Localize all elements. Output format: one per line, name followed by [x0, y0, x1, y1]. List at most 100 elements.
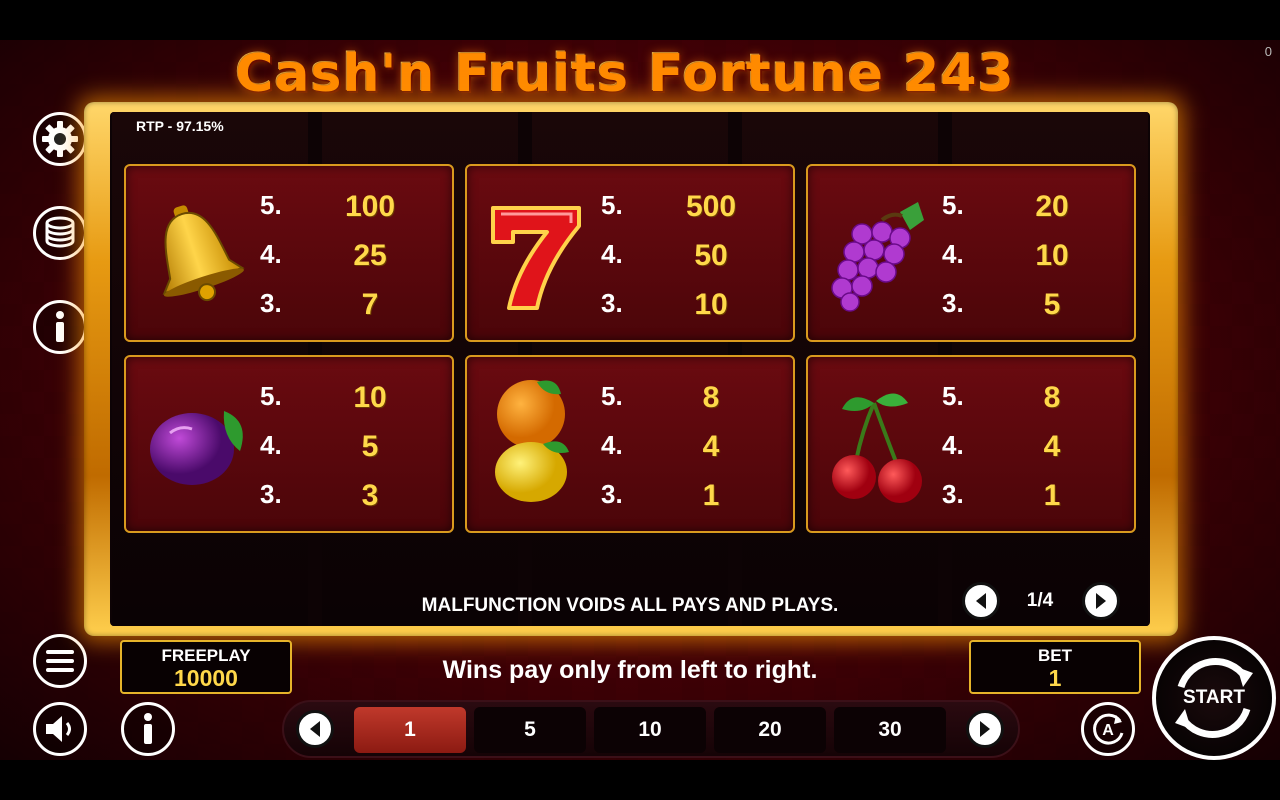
sound-button[interactable] [33, 702, 87, 756]
menu-button[interactable] [33, 634, 87, 688]
symbol-count: 3. [942, 288, 964, 318]
start-label: START [1183, 687, 1245, 708]
bottom-black-bar [0, 760, 1280, 800]
symbol-count: 4. [601, 430, 623, 460]
payout-value: 500 [685, 190, 737, 223]
payout-value: 7 [361, 288, 379, 321]
payout-row: 4. 25 [260, 239, 440, 279]
payout-value: 20 [1035, 190, 1069, 223]
payout-row: 3. 5 [942, 288, 1122, 328]
svg-text:A: A [1102, 722, 1114, 739]
balance-label: FREEPLAY [161, 646, 251, 665]
paytable-pager: 1/4 [960, 582, 1120, 622]
symbol-count: 5. [601, 190, 623, 220]
paytable-card-plum: 5. 10 4. 5 3. 3 [124, 355, 454, 533]
balance-display: FREEPLAY 10000 [120, 640, 292, 694]
payout-value: 1 [1043, 479, 1061, 512]
rtp-label: RTP - 97.15% [136, 118, 224, 134]
top-black-bar [0, 0, 1280, 40]
symbol-count: 4. [260, 430, 282, 460]
payout-row: 5. 10 [260, 381, 440, 421]
bet-option[interactable]: 5 [474, 707, 586, 753]
bet-option[interactable]: 20 [714, 707, 826, 753]
payout-value: 10 [1035, 239, 1069, 272]
payout-row: 5. 100 [260, 190, 440, 230]
bet-label: BET [1038, 646, 1072, 665]
symbol-count: 3. [260, 479, 282, 509]
bet-increase-button[interactable] [966, 710, 1004, 748]
coins-stack-icon [45, 216, 75, 248]
win-rule-text: Wins pay only from left to right. [442, 656, 818, 684]
paytable-card-grapes: 5. 20 4. 10 3. 5 [806, 164, 1136, 342]
arrow-left-icon [976, 593, 986, 609]
corner-counter: 0 [1264, 44, 1272, 59]
payout-row: 4. 4 [601, 430, 781, 470]
arrow-right-icon [980, 721, 990, 737]
help-button[interactable] [121, 702, 175, 756]
prev-page-button[interactable] [962, 582, 1000, 620]
payout-value: 25 [353, 239, 387, 272]
autoplay-button[interactable]: A [1081, 702, 1135, 756]
payout-row: 4. 5 [260, 430, 440, 470]
symbol-count: 3. [601, 288, 623, 318]
autoplay-icon: A [1093, 713, 1124, 745]
payout-value: 4 [1043, 430, 1061, 463]
payout-value: 5 [361, 430, 379, 463]
paytable-card-orange-lemon: 5. 8 4. 4 3. 1 [465, 355, 795, 533]
payout-value: 8 [1043, 381, 1061, 414]
payout-row: 5. 20 [942, 190, 1122, 230]
cherries-icon [832, 393, 922, 503]
start-spin-button[interactable]: START [1152, 636, 1276, 760]
payout-value: 4 [702, 430, 720, 463]
gear-icon [42, 121, 78, 157]
payout-row: 5. 8 [942, 381, 1122, 421]
info-button[interactable] [33, 300, 87, 354]
paytable-panel: RTP - 97.15% 5. 100 4. 25 3. 7 5. 500 4.… [110, 112, 1150, 626]
symbol-count: 5. [260, 190, 282, 220]
orange-lemon-icon [495, 380, 569, 502]
symbol-count: 3. [601, 479, 623, 509]
bell-icon [162, 205, 245, 302]
symbol-count: 4. [260, 239, 282, 269]
payout-row: 3. 1 [942, 479, 1122, 519]
game-title: Cash'n Fruits Fortune 243 [235, 44, 1015, 104]
symbol-count: 5. [601, 381, 623, 411]
balance-value: 10000 [174, 665, 238, 691]
coins-button[interactable] [33, 206, 87, 260]
next-page-button[interactable] [1082, 582, 1120, 620]
payout-value: 10 [694, 288, 728, 321]
page-indicator: 1/4 [1026, 590, 1054, 611]
bet-decrease-button[interactable] [296, 710, 334, 748]
speaker-icon [46, 716, 71, 742]
bet-option[interactable]: 30 [834, 707, 946, 753]
symbol-count: 5. [942, 190, 964, 220]
symbol-count: 4. [942, 239, 964, 269]
hamburger-menu-icon [46, 650, 74, 672]
payout-value: 10 [353, 381, 387, 414]
arrow-right-icon [1096, 593, 1106, 609]
seven-icon [491, 206, 581, 310]
bet-option[interactable]: 10 [594, 707, 706, 753]
payout-value: 8 [702, 381, 720, 414]
bet-value: 1 [1048, 665, 1062, 691]
payout-value: 1 [702, 479, 720, 512]
payout-value: 5 [1043, 288, 1061, 321]
payout-value: 100 [344, 190, 396, 223]
paytable-card-bell: 5. 100 4. 25 3. 7 [124, 164, 454, 342]
payout-row: 5. 500 [601, 190, 781, 230]
info-icon [56, 311, 64, 342]
payout-value: 3 [361, 479, 379, 512]
symbol-count: 3. [942, 479, 964, 509]
symbol-count: 3. [260, 288, 282, 318]
symbol-count: 4. [601, 239, 623, 269]
symbol-count: 4. [942, 430, 964, 460]
reel-frame: RTP - 97.15% 5. 100 4. 25 3. 7 5. 500 4.… [84, 102, 1178, 636]
grapes-icon [831, 202, 924, 312]
settings-button[interactable] [33, 112, 87, 166]
bet-option[interactable]: 1 [354, 707, 466, 753]
payout-row: 4. 4 [942, 430, 1122, 470]
paytable-card-seven: 5. 500 4. 50 3. 10 [465, 164, 795, 342]
bet-display: BET 1 [969, 640, 1141, 694]
payout-row: 4. 50 [601, 239, 781, 279]
symbol-count: 5. [942, 381, 964, 411]
